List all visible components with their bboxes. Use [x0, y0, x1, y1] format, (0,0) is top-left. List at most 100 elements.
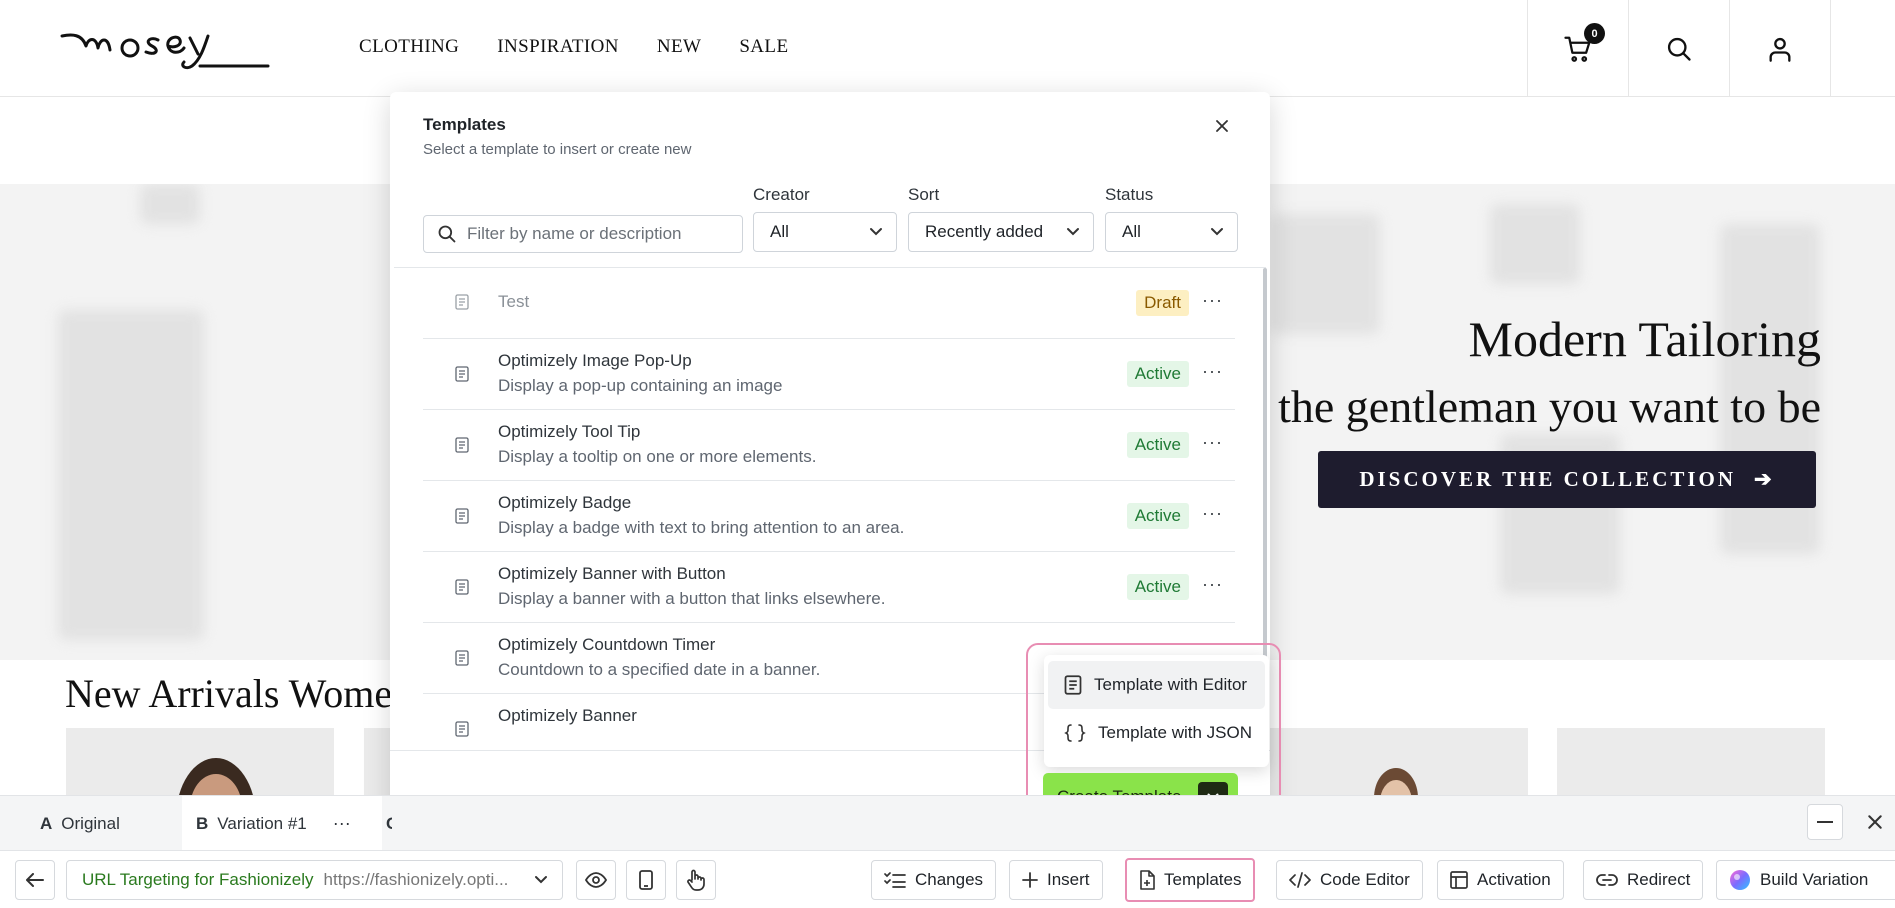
template-doc-icon: [455, 508, 469, 524]
template-doc-icon: [455, 437, 469, 453]
template-search-input[interactable]: [467, 224, 727, 244]
code-editor-label: Code Editor: [1320, 870, 1410, 889]
template-row[interactable]: Optimizely Image Pop-Up Display a pop-up…: [423, 339, 1235, 410]
template-doc-icon: [455, 294, 469, 310]
template-name: Optimizely Image Pop-Up: [498, 351, 692, 370]
braces-icon: [1064, 724, 1086, 742]
row-more-button[interactable]: ···: [1202, 574, 1223, 595]
main-nav: CLOTHING INSPIRATION NEW SALE: [359, 36, 788, 58]
user-icon: [1769, 37, 1791, 62]
template-name: Optimizely Countdown Timer: [498, 635, 716, 654]
preview-button[interactable]: [576, 860, 616, 900]
discover-collection-button[interactable]: DISCOVER THE COLLECTION ➔: [1318, 451, 1816, 508]
template-doc-icon: [455, 721, 469, 737]
search-icon: [1667, 37, 1691, 61]
nav-clothing[interactable]: CLOTHING: [359, 36, 459, 58]
modal-title: Templates: [423, 115, 506, 134]
tab-variation-c[interactable]: C: [386, 796, 392, 851]
insert-button[interactable]: Insert: [1009, 860, 1103, 900]
url-targeting-name: URL Targeting for Fashionizely: [82, 870, 314, 889]
editor-doc-icon: [1064, 675, 1082, 695]
build-variation-label: Build Variation: [1760, 870, 1869, 889]
row-more-button[interactable]: ···: [1202, 361, 1223, 382]
template-row[interactable]: Optimizely Banner with Button Display a …: [423, 552, 1235, 623]
eye-icon: [585, 872, 607, 888]
nav-inspiration[interactable]: INSPIRATION: [497, 36, 619, 58]
editor-toolbar: URL Targeting for Fashionizely https://f…: [0, 850, 1895, 908]
creator-filter-select[interactable]: All: [753, 212, 897, 252]
template-name: Optimizely Tool Tip: [498, 422, 641, 441]
close-panel-button[interactable]: [1857, 804, 1893, 840]
template-row[interactable]: Test Draft ···: [423, 268, 1235, 339]
redirect-button[interactable]: Redirect: [1583, 860, 1704, 900]
url-targeting-select[interactable]: URL Targeting for Fashionizely https://f…: [66, 860, 563, 900]
tab-original[interactable]: A Original: [0, 796, 180, 851]
templates-label: Templates: [1164, 870, 1242, 889]
tab-label: Original: [61, 813, 120, 833]
status-filter-select[interactable]: All: [1105, 212, 1238, 252]
template-description: Display a tooltip on one or more element…: [498, 447, 817, 466]
template-row[interactable]: Optimizely Tool Tip Display a tooltip on…: [423, 410, 1235, 481]
header-spacer: [1830, 0, 1895, 97]
chevron-down-icon: [535, 876, 547, 884]
interact-mode-button[interactable]: [676, 860, 716, 900]
build-variation-button[interactable]: Build Variation: [1716, 860, 1895, 900]
modal-subtitle: Select a template to insert or create ne…: [423, 141, 692, 158]
site-search-button[interactable]: [1628, 0, 1729, 97]
tab-label: Variation #1: [217, 813, 307, 833]
row-more-button[interactable]: ···: [1202, 290, 1223, 311]
template-name: Optimizely Badge: [498, 493, 632, 512]
minimize-icon: [1817, 821, 1833, 823]
activation-button[interactable]: Activation: [1437, 860, 1564, 900]
code-editor-button[interactable]: Code Editor: [1276, 860, 1423, 900]
device-preview-button[interactable]: [626, 860, 666, 900]
template-description: Display a pop-up containing an image: [498, 376, 783, 395]
chevron-down-icon: [1067, 228, 1079, 236]
template-doc-icon: [455, 366, 469, 382]
new-arrivals-title: New Arrivals Wome: [65, 671, 393, 716]
cart-button[interactable]: 0: [1527, 0, 1628, 97]
nav-new[interactable]: NEW: [657, 36, 701, 58]
nav-sale[interactable]: SALE: [739, 36, 788, 58]
close-icon: [1868, 815, 1882, 829]
template-doc-icon: [1140, 870, 1155, 890]
template-row[interactable]: Optimizely Badge Display a badge with te…: [423, 481, 1235, 552]
activation-label: Activation: [1477, 870, 1551, 889]
mosey-logo[interactable]: [60, 24, 270, 72]
site-header: CLOTHING INSPIRATION NEW SALE 0: [0, 0, 1895, 97]
menu-template-with-editor[interactable]: Template with Editor: [1048, 661, 1265, 709]
templates-button[interactable]: Templates: [1125, 858, 1256, 902]
account-button[interactable]: [1729, 0, 1830, 97]
row-more-button[interactable]: ···: [1202, 432, 1223, 453]
cart-count-badge: 0: [1584, 23, 1605, 44]
creator-filter-label: Creator: [753, 185, 810, 204]
pointer-hand-icon: [687, 869, 705, 891]
changes-button[interactable]: Changes: [871, 860, 997, 900]
sort-filter-label: Sort: [908, 185, 940, 204]
status-badge: Active: [1126, 361, 1189, 387]
sort-select[interactable]: Recently added: [908, 212, 1094, 252]
tab-letter: A: [40, 813, 53, 833]
template-list-scrollbar[interactable]: [1263, 268, 1267, 700]
template-doc-icon: [455, 650, 469, 666]
minimize-button[interactable]: [1807, 804, 1843, 840]
close-modal-button[interactable]: [1210, 114, 1234, 138]
back-button[interactable]: [15, 860, 55, 900]
row-more-button[interactable]: ···: [1202, 503, 1223, 524]
status-badge: Active: [1126, 574, 1189, 600]
template-name: Optimizely Banner with Button: [498, 564, 726, 583]
status-badge: Draft: [1136, 290, 1189, 316]
close-icon: [1216, 120, 1228, 132]
hero-image-blur: [1270, 214, 1380, 334]
template-search-box: [423, 215, 743, 253]
tab-more-button[interactable]: ···: [333, 813, 351, 834]
status-filter-value: All: [1122, 222, 1141, 241]
back-arrow-icon: [26, 873, 44, 887]
menu-item-label: Template with JSON: [1098, 723, 1252, 742]
code-icon: [1289, 872, 1311, 888]
tab-variation-1[interactable]: B Variation #1 ···: [182, 796, 382, 851]
status-filter-label: Status: [1105, 185, 1154, 204]
sparkle-icon: [1730, 870, 1750, 890]
menu-template-with-json[interactable]: Template with JSON: [1048, 709, 1265, 757]
hero-title: Modern Tailoring: [1468, 311, 1821, 367]
